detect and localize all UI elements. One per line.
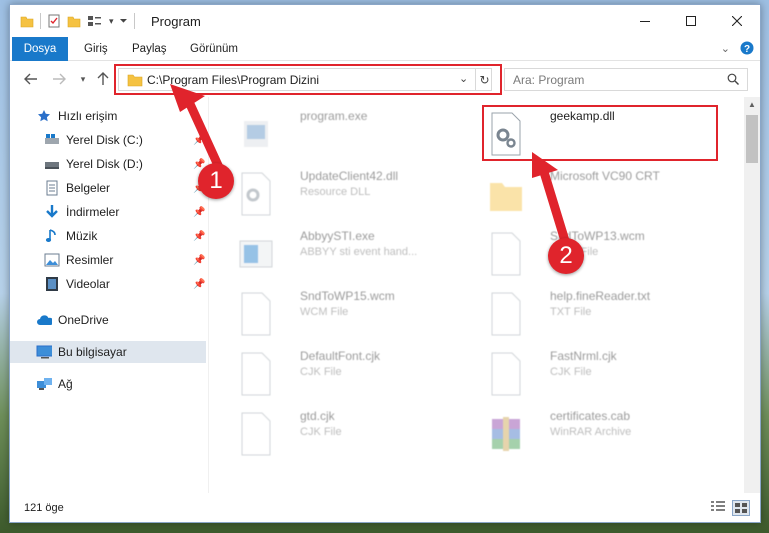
arrow-1 bbox=[170, 84, 227, 179]
step-2-badge: 2 bbox=[548, 238, 584, 274]
arrow-2 bbox=[532, 152, 571, 249]
step-1-badge: 1 bbox=[198, 163, 234, 199]
annotation-overlay bbox=[170, 84, 571, 249]
